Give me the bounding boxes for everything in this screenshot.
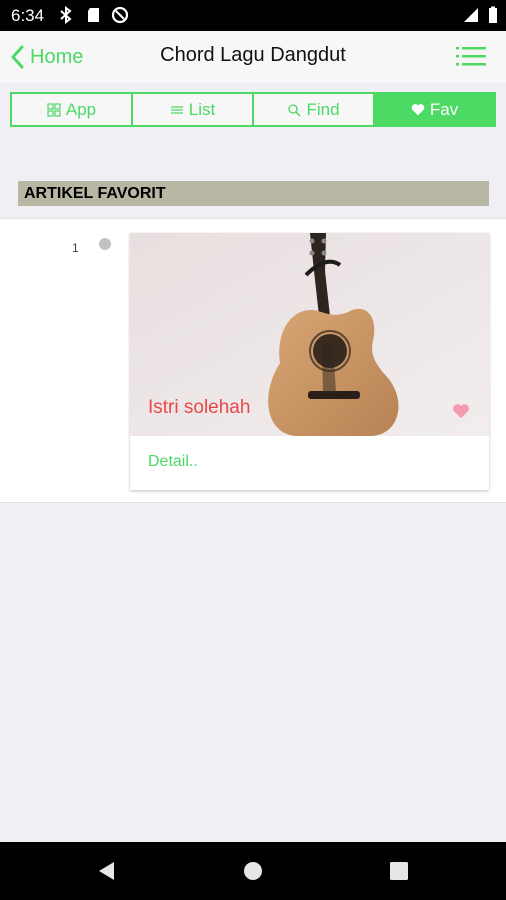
article-card[interactable]: Istri solehah Detail.. bbox=[130, 233, 489, 490]
system-nav-bar bbox=[0, 842, 506, 900]
grid-icon bbox=[47, 102, 61, 117]
tab-app[interactable]: App bbox=[12, 94, 133, 125]
heart-icon bbox=[411, 104, 425, 116]
signal-icon bbox=[464, 8, 478, 22]
tab-fav[interactable]: Fav bbox=[375, 94, 494, 125]
page-title: Chord Lagu Dangdut bbox=[160, 44, 346, 66]
status-time: 6:34 bbox=[11, 6, 45, 25]
tab-find[interactable]: Find bbox=[254, 94, 375, 125]
section-header: ARTIKEL FAVORIT bbox=[18, 181, 489, 206]
tab-fav-label: Fav bbox=[429, 99, 459, 119]
favorites-list: 1 Istri solehah Detail.. bbox=[0, 218, 506, 503]
bluetooth-icon bbox=[60, 6, 72, 24]
data-saver-icon bbox=[111, 6, 129, 24]
favorite-heart-icon[interactable] bbox=[452, 403, 470, 419]
list-icon bbox=[170, 105, 183, 114]
status-bar: 6:34 bbox=[0, 0, 506, 31]
tab-list-label: List bbox=[188, 99, 216, 119]
detail-link[interactable]: Detail.. bbox=[148, 453, 198, 471]
article-title: Istri solehah bbox=[148, 397, 251, 418]
sd-card-icon bbox=[88, 8, 99, 22]
tab-app-label: App bbox=[65, 99, 97, 119]
navigation-bar: Home Chord Lagu Dangdut bbox=[0, 31, 506, 83]
nav-back-icon[interactable] bbox=[96, 860, 116, 882]
tab-bar: App List Find Fav bbox=[10, 92, 496, 127]
nav-recents-icon[interactable] bbox=[390, 862, 408, 880]
search-icon bbox=[288, 103, 301, 117]
item-number: 1 bbox=[72, 241, 79, 255]
battery-icon bbox=[489, 6, 497, 23]
nav-home-icon[interactable] bbox=[243, 861, 263, 881]
menu-icon[interactable] bbox=[456, 44, 486, 68]
tab-list[interactable]: List bbox=[133, 94, 254, 125]
timeline-dot bbox=[99, 238, 111, 250]
tab-find-label: Find bbox=[306, 99, 340, 119]
